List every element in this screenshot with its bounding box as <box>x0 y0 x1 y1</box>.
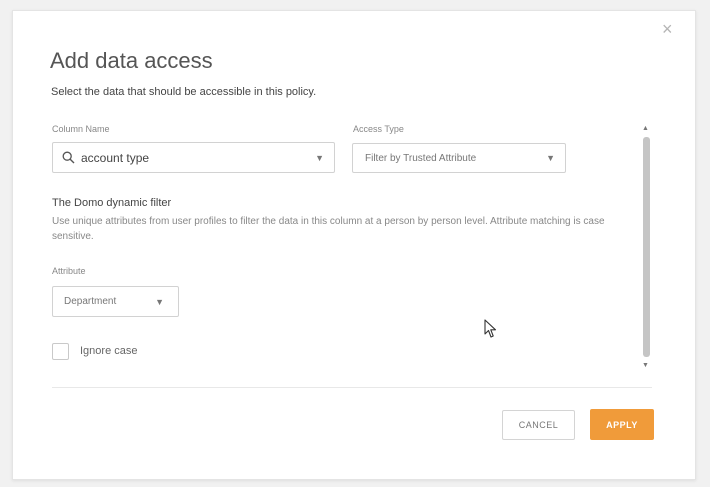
chevron-down-icon: ▼ <box>546 153 555 163</box>
cancel-button[interactable]: CANCEL <box>502 410 575 440</box>
column-name-input[interactable]: account type ▼ <box>52 142 335 173</box>
close-icon[interactable]: × <box>662 20 673 38</box>
scrollbar[interactable]: ▲ ▼ <box>640 125 652 369</box>
attribute-select[interactable]: Department ▼ <box>52 286 179 317</box>
attribute-value: Department <box>64 296 117 307</box>
access-type-select[interactable]: Filter by Trusted Attribute ▼ <box>352 143 566 173</box>
dialog-subtitle: Select the data that should be accessibl… <box>51 86 317 98</box>
dynamic-filter-description: Use unique attributes from user profiles… <box>52 216 605 242</box>
mouse-cursor-icon <box>484 319 497 338</box>
scroll-up-icon[interactable]: ▲ <box>642 125 649 132</box>
attribute-label: Attribute <box>52 266 86 276</box>
access-type-label: Access Type <box>353 124 404 134</box>
dialog-title: Add data access <box>50 48 213 73</box>
column-name-value: account type <box>81 150 150 165</box>
apply-button[interactable]: APPLY <box>590 409 654 440</box>
ignore-case-checkbox[interactable] <box>52 343 69 360</box>
chevron-down-icon[interactable]: ▼ <box>315 153 324 163</box>
dynamic-filter-title: The Domo dynamic filter <box>52 197 172 209</box>
access-type-value: Filter by Trusted Attribute <box>365 152 477 164</box>
scrollbar-thumb[interactable] <box>643 137 650 357</box>
column-name-label: Column Name <box>52 124 110 134</box>
chevron-down-icon: ▼ <box>155 296 164 307</box>
footer-divider <box>52 387 652 388</box>
ignore-case-label[interactable]: Ignore case <box>80 345 137 357</box>
search-icon <box>62 151 75 164</box>
scroll-down-icon[interactable]: ▼ <box>642 362 649 369</box>
